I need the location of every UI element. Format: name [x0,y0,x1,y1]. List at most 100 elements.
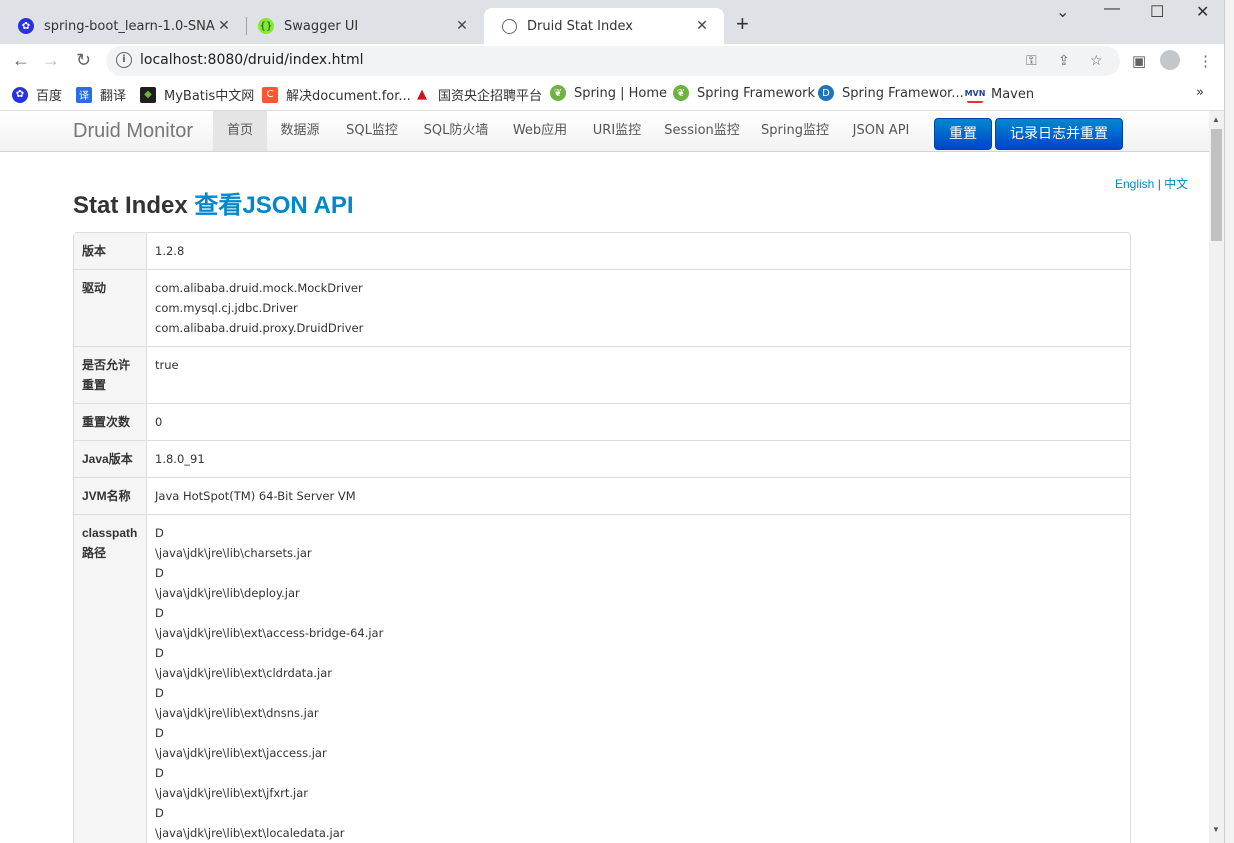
nav-datasource[interactable]: 数据源 [271,111,329,151]
bookmark-item[interactable]: ❦ Spring | Home [550,85,667,101]
spring-icon: ❦ [550,85,566,101]
scroll-thumb[interactable] [1211,129,1222,241]
value-line: com.alibaba.druid.proxy.DruidDriver [155,321,364,335]
bookmark-item[interactable]: C 解决document.for... [262,85,411,104]
value-line: \java\jdk\jre\lib\ext\jfxrt.jar [155,786,309,800]
nav-spring[interactable]: Spring监控 [756,111,834,151]
row-key: 版本 [74,233,147,269]
nav-sql[interactable]: SQL监控 [338,111,406,151]
bookmark-item[interactable]: MVN Maven [965,85,1035,103]
paw-icon: ✿ [12,86,28,103]
nav-wall[interactable]: SQL防火墙 [414,111,498,151]
bookmark-label: 解决document.for... [286,89,411,104]
bookmark-item[interactable]: ▲ 国资央企招聘平台 [414,85,542,104]
bookmark-item[interactable]: D Spring Framewor... [818,85,964,101]
tab-title: spring-boot_learn-1.0-SNAPSHOT [44,18,216,34]
profile-avatar[interactable] [1160,50,1180,70]
lang-english-link[interactable]: English [1115,177,1154,191]
forward-icon[interactable]: → [42,50,60,71]
reload-icon[interactable]: ↻ [76,50,91,71]
chevron-down-icon[interactable]: ⌄ [1056,2,1069,22]
browser-tab[interactable]: {} Swagger UI ✕ [240,8,484,44]
value-line: 1.8.0_91 [155,452,205,466]
row-value: true [147,346,1130,403]
mvn-icon: MVN [965,85,985,103]
key-icon[interactable]: ⚿ [1026,52,1037,69]
row-value: 1.8.0_91 [147,440,1130,477]
table-row: classpath路径 D \java\jdk\jre\lib\charsets.j… [74,514,1130,843]
bookmark-item[interactable]: ❦ Spring Framework [673,85,815,101]
value-line: \java\jdk\jre\lib\ext\jaccess.jar [155,746,327,760]
value-line: 1.2.8 [155,244,185,258]
bookmark-item[interactable]: ◆ MyBatis中文网 [140,85,254,104]
reset-button[interactable]: 重置 [934,118,992,150]
minimize-icon[interactable]: — [1104,0,1120,18]
value-line: D [155,606,164,620]
bookmark-item[interactable]: 译 翻译 [76,85,126,104]
share-icon[interactable]: ⇪ [1058,52,1070,69]
page-viewport: Druid Monitor 首页 数据源 SQL监控 SQL防火墙 Web应用 … [0,111,1209,843]
value-line: D [155,726,164,740]
new-tab-button[interactable]: + [736,13,749,35]
lang-chinese-link[interactable]: 中文 [1164,177,1188,191]
browser-tab[interactable]: ✿ spring-boot_learn-1.0-SNAPSHOT ✕ [0,8,246,44]
mybatis-icon: ◆ [140,86,156,103]
close-icon[interactable]: ✕ [216,18,232,34]
bookmark-label: Maven [991,86,1035,102]
brand-logo[interactable]: Druid Monitor [73,120,193,143]
value-line: \java\jdk\jre\lib\charsets.jar [155,546,312,560]
value-line: 0 [155,415,163,429]
window-close-icon[interactable]: ✕ [1196,2,1209,22]
value-line: \java\jdk\jre\lib\ext\access-bridge-64.j… [155,626,384,640]
table-row: 是否允许重置 true [74,346,1130,403]
tab-title: Swagger UI [284,18,359,34]
row-key: 驱动 [74,269,147,346]
bookmark-label: Spring Framework [697,85,816,101]
background-window-edge [1224,0,1234,843]
bookmark-label: 国资央企招聘平台 [438,89,543,104]
browser-toolbar: ← → ↻ i localhost:8080/druid/index.html … [0,44,1234,78]
value-line: \java\jdk\jre\lib\ext\dnsns.jar [155,706,319,720]
bookmark-item[interactable]: ✿ 百度 [12,85,62,104]
maximize-icon[interactable]: ☐ [1150,2,1164,22]
nav-home[interactable]: 首页 [213,111,267,151]
bookmark-label: 翻译 [100,89,127,104]
translate-icon: 译 [76,86,92,103]
row-key: Java版本 [74,440,147,477]
sasac-icon: ▲ [414,86,430,103]
close-icon[interactable]: ✕ [454,18,470,34]
close-icon[interactable]: ✕ [694,18,710,34]
row-value: com.alibaba.druid.mock.MockDriver com.mys… [147,269,1130,346]
tab-strip: ✿ spring-boot_learn-1.0-SNAPSHOT ✕ {} Sw… [0,0,1234,44]
address-bar[interactable]: i localhost:8080/druid/index.html ⚿ ⇪ ☆ [106,46,1120,76]
url-text[interactable]: localhost:8080/druid/index.html [140,52,364,68]
bookmark-label: Spring Framewor... [842,85,964,101]
value-line: D [155,566,164,580]
browser-tab-active[interactable]: Druid Stat Index ✕ [484,8,724,44]
log-and-reset-button[interactable]: 记录日志并重置 [995,118,1123,150]
nav-session[interactable]: Session监控 [658,111,746,151]
bookmark-label: 百度 [36,89,63,104]
more-bookmarks-icon[interactable]: » [1196,85,1204,100]
scroll-up-icon[interactable]: ▲ [1212,115,1220,124]
language-switcher: English | 中文 [1115,175,1188,192]
nav-uri[interactable]: URI监控 [584,111,650,151]
druid-navbar: Druid Monitor 首页 数据源 SQL监控 SQL防火墙 Web应用 … [0,111,1209,152]
menu-icon[interactable]: ⋮ [1198,52,1213,70]
c-icon: C [262,86,278,103]
nav-webapp[interactable]: Web应用 [506,111,574,151]
row-key: 重置次数 [74,403,147,440]
scrollbar[interactable]: ▲ ▼ [1209,111,1224,843]
scroll-down-icon[interactable]: ▼ [1212,825,1220,834]
side-panel-icon[interactable]: ▣ [1132,52,1146,70]
json-api-link[interactable]: 查看JSON API [194,192,353,219]
nav-json-api[interactable]: JSON API [844,111,918,151]
spring-icon: ❦ [673,85,689,101]
tab-title: Druid Stat Index [527,18,633,34]
star-icon[interactable]: ☆ [1090,52,1103,69]
value-line: \java\jdk\jre\lib\ext\cldrdata.jar [155,666,332,680]
value-line: D [155,806,164,820]
back-icon[interactable]: ← [12,50,30,71]
row-key: classpath路径 [74,514,147,843]
info-icon[interactable]: i [116,52,132,68]
